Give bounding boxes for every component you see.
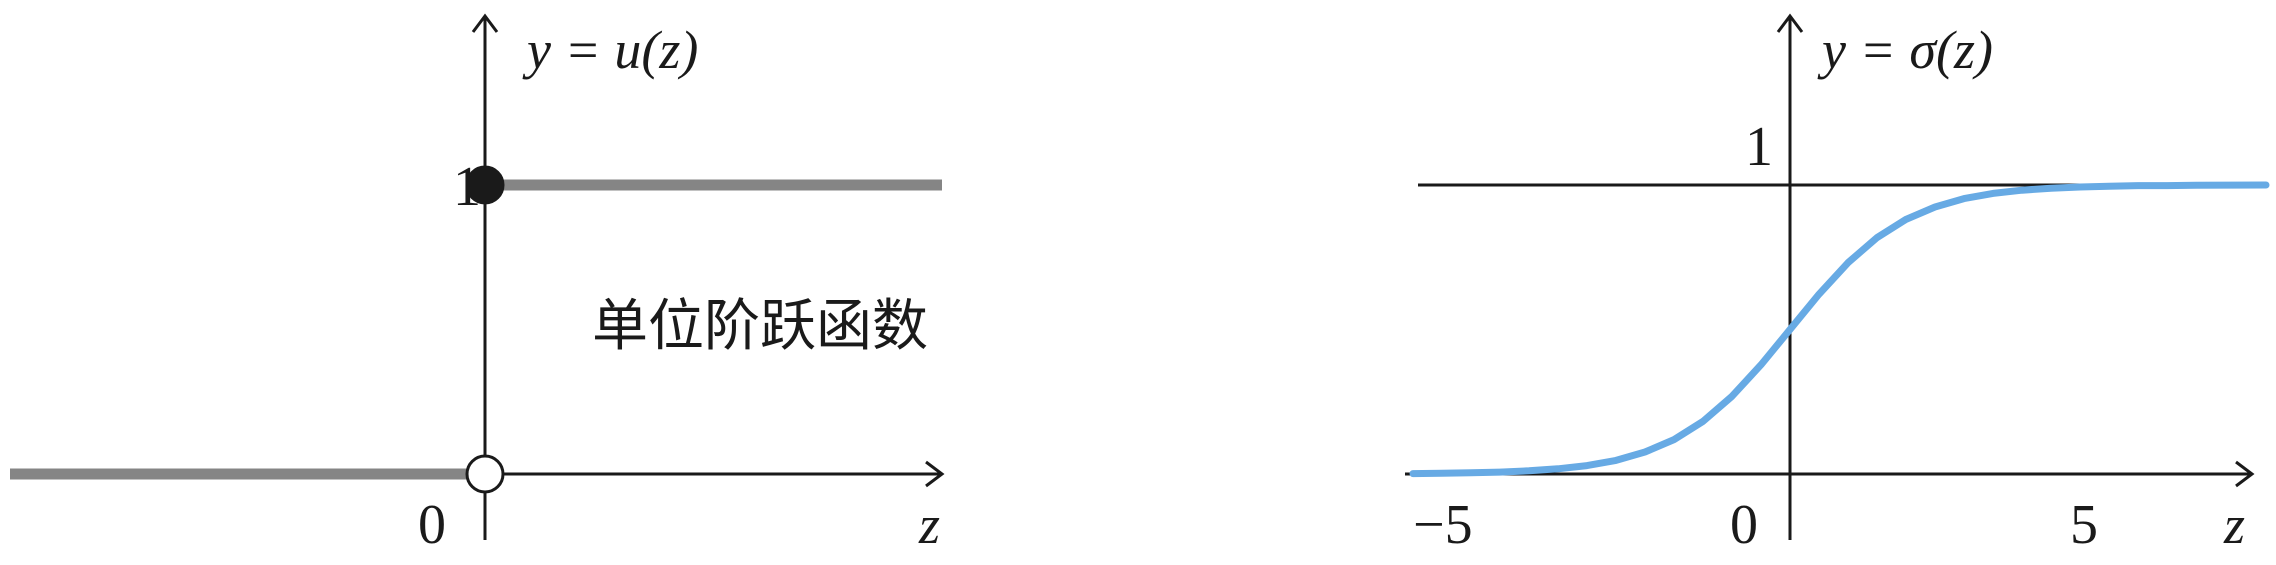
sigmoid-x-axis-label: z	[2223, 495, 2245, 555]
step-open-point	[465, 454, 505, 494]
step-chart: y = u(z) 1 0 z 单位阶跃函数	[10, 13, 945, 556]
step-x-axis-label: z	[918, 495, 940, 555]
sigmoid-x-tick-label-5: 5	[2070, 494, 2098, 556]
sigmoid-y-tick-label: 1	[1745, 116, 1773, 178]
step-annotation: 单位阶跃函数	[592, 294, 928, 359]
step-x-tick-label: 0	[418, 494, 446, 556]
sigmoid-curve	[1409, 181, 2270, 478]
sigmoid-curve-label: y = σ(z)	[1817, 20, 1993, 80]
step-curve-label: y = u(z)	[522, 20, 698, 80]
step-y-tick-label: 1	[453, 156, 481, 218]
sigmoid-chart: y = σ(z) 1 −5 0 5 z	[1405, 13, 2270, 556]
figure-canvas: y = u(z) 1 0 z 单位阶跃函数 y = σ(z) 1 −5 0 5 …	[10, 13, 2270, 556]
sigmoid-x-tick-label-0: 0	[1730, 494, 1758, 556]
sigmoid-x-tick-label-neg5: −5	[1413, 494, 1473, 556]
